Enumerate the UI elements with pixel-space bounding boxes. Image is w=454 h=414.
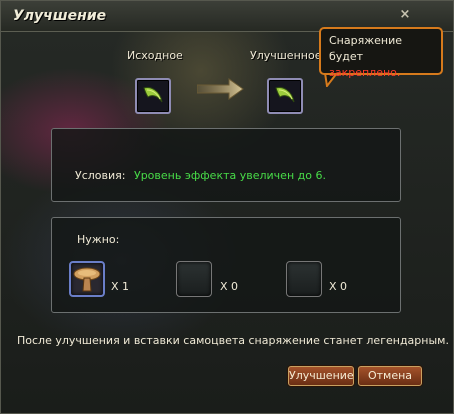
close-icon[interactable]: × bbox=[397, 7, 413, 23]
conditions-label: Условия: bbox=[75, 169, 126, 182]
empty-material-slot[interactable] bbox=[176, 261, 212, 297]
result-label: Улучшенное bbox=[250, 49, 322, 62]
material-slot-count: X 0 bbox=[329, 280, 348, 293]
horn-item-icon bbox=[275, 87, 295, 103]
arrow-right-icon bbox=[197, 78, 244, 100]
material-slot-count: X 0 bbox=[220, 280, 239, 293]
source-label: Исходное bbox=[127, 49, 183, 62]
upgrade-button[interactable]: Улучшение bbox=[288, 366, 354, 386]
cancel-button[interactable]: Отмена bbox=[358, 366, 422, 386]
required-item-slot[interactable] bbox=[69, 261, 105, 297]
window-title: Улучшение bbox=[13, 8, 107, 24]
tooltip-line-2: закреплено. bbox=[329, 66, 401, 79]
required-item-count: X 1 bbox=[111, 280, 130, 293]
bind-warning-tooltip: Снаряжение будет закреплено. bbox=[319, 27, 443, 79]
tooltip-line-1: Снаряжение будет bbox=[329, 34, 402, 63]
requirements-label: Нужно: bbox=[77, 233, 120, 246]
legendary-notice: После улучшения и вставки самоцвета снар… bbox=[17, 334, 449, 347]
source-item-slot[interactable] bbox=[135, 78, 171, 114]
mushroom-material-icon bbox=[73, 267, 101, 292]
result-item-slot[interactable] bbox=[267, 78, 303, 114]
upgrade-window: Улучшение × Исходное Улучшенное Снаряжен… bbox=[0, 0, 454, 414]
conditions-text: Уровень эффекта увеличен до 6. bbox=[134, 169, 326, 182]
empty-material-slot[interactable] bbox=[286, 261, 322, 297]
conditions-panel bbox=[51, 128, 401, 202]
horn-item-icon bbox=[143, 87, 163, 103]
